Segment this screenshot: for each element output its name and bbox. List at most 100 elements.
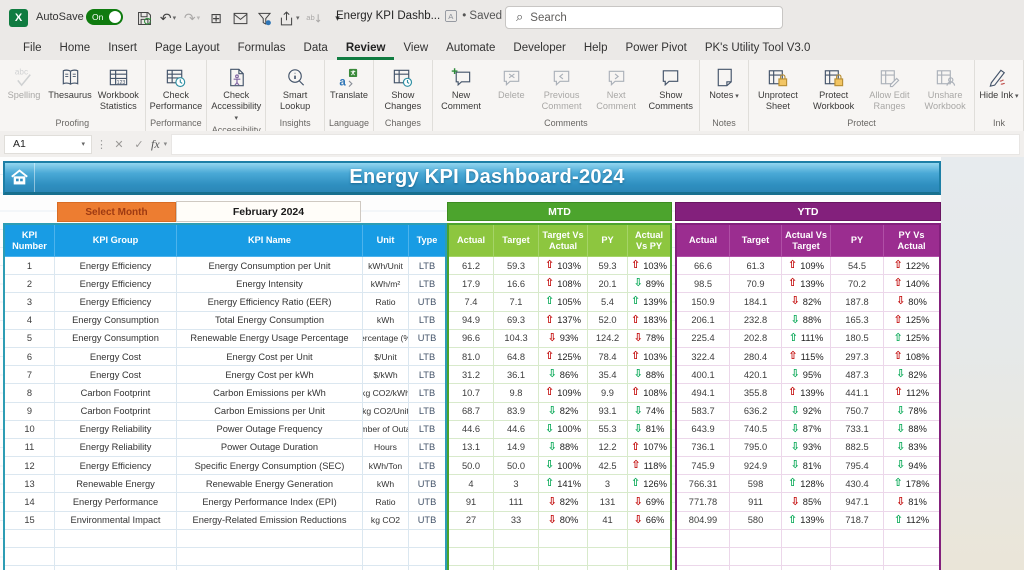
- cell-mtd-target[interactable]: 59.3: [494, 257, 539, 276]
- cell-kpi-number[interactable]: 10: [5, 420, 55, 439]
- cell-mtd-py[interactable]: 59.3: [588, 257, 628, 276]
- cell-kpi-number[interactable]: 6: [5, 347, 55, 367]
- empty-cell[interactable]: [782, 548, 831, 567]
- empty-cell[interactable]: [539, 566, 588, 570]
- cell-ytd-py[interactable]: 718.7: [831, 511, 884, 530]
- document-title[interactable]: Energy KPI Dashb... A • Saved ▾: [336, 10, 511, 22]
- cell-ytd-py-vs-actual[interactable]: ⇩ 82%: [884, 366, 939, 385]
- empty-cell[interactable]: [409, 566, 445, 570]
- cell-kpi-group[interactable]: Carbon Footprint: [55, 402, 177, 421]
- empty-cell[interactable]: [831, 548, 884, 567]
- cell-mtd-actual[interactable]: 13.1: [449, 438, 494, 458]
- cell-type[interactable]: UTB: [409, 493, 445, 512]
- cell-ytd-target[interactable]: 636.2: [730, 402, 782, 421]
- cell-ytd-py-vs-actual[interactable]: ⇩ 80%: [884, 293, 939, 312]
- cell-unit[interactable]: kWh/Unit: [363, 257, 409, 276]
- cell-mtd-actual[interactable]: 31.2: [449, 366, 494, 385]
- mail-icon[interactable]: [230, 6, 250, 30]
- cell-ytd-py-vs-actual[interactable]: ⇧ 178%: [884, 475, 939, 494]
- cell-mtd-actual[interactable]: 81.0: [449, 347, 494, 367]
- cell-type[interactable]: UTB: [409, 330, 445, 348]
- cell-type[interactable]: LTB: [409, 403, 445, 421]
- column-header[interactable]: KPI Number: [5, 225, 55, 257]
- empty-cell[interactable]: [782, 529, 831, 548]
- cell-ytd-py-vs-actual[interactable]: ⇧ 108%: [884, 348, 939, 367]
- cell-kpi-name[interactable]: Energy Cost per Unit: [177, 347, 363, 367]
- column-header[interactable]: PY Vs Actual: [884, 225, 939, 257]
- filter-icon[interactable]: [254, 6, 274, 30]
- cell-kpi-name[interactable]: Energy-Related Emission Reductions: [177, 511, 363, 530]
- column-header[interactable]: KPI Group: [55, 225, 177, 257]
- cell-mtd-py[interactable]: 35.4: [588, 366, 628, 385]
- column-header[interactable]: Type: [409, 225, 445, 257]
- protect-workbook-button[interactable]: Protect Workbook: [806, 61, 862, 111]
- cell-mtd-target[interactable]: 14.9: [494, 438, 539, 458]
- insert-function-icon[interactable]: fx: [151, 137, 160, 152]
- empty-cell[interactable]: [449, 566, 494, 570]
- cell-mtd-target[interactable]: 69.3: [494, 311, 539, 330]
- empty-cell[interactable]: [677, 566, 730, 570]
- column-header[interactable]: PY: [831, 225, 884, 257]
- column-header[interactable]: Actual Vs Target: [782, 225, 831, 257]
- empty-cell[interactable]: [55, 566, 177, 570]
- cell-ytd-actual[interactable]: 771.78: [677, 493, 730, 512]
- cell-ytd-py-vs-actual[interactable]: ⇧ 125%: [884, 330, 939, 348]
- thesaurus-button[interactable]: Thesaurus: [47, 61, 93, 101]
- cell-ytd-actual[interactable]: 400.1: [677, 366, 730, 385]
- cell-kpi-name[interactable]: Renewable Energy Generation: [177, 475, 363, 494]
- cell-type[interactable]: LTB: [409, 312, 445, 330]
- cell-ytd-actual[interactable]: 98.5: [677, 275, 730, 294]
- empty-cell[interactable]: [494, 529, 539, 548]
- cell-mtd-actual-vs-py[interactable]: ⇧ 107%: [628, 439, 670, 458]
- cell-mtd-actual-vs-py[interactable]: ⇧ 103%: [628, 348, 670, 367]
- empty-cell[interactable]: [677, 529, 730, 548]
- cell-mtd-actual-vs-py[interactable]: ⇧ 183%: [628, 312, 670, 330]
- cell-ytd-py-vs-actual[interactable]: ⇩ 88%: [884, 421, 939, 439]
- cell-mtd-actual[interactable]: 50.0: [449, 457, 494, 476]
- cell-unit[interactable]: kWh/Ton: [363, 457, 409, 476]
- cell-ytd-actual[interactable]: 66.6: [677, 257, 730, 276]
- cell-mtd-actual[interactable]: 96.6: [449, 329, 494, 348]
- cell-kpi-name[interactable]: Specific Energy Consumption (SEC): [177, 457, 363, 476]
- empty-cell[interactable]: [55, 548, 177, 567]
- cell-unit[interactable]: ercentage (%: [363, 329, 409, 348]
- column-header[interactable]: KPI Name: [177, 225, 363, 257]
- cell-ytd-py-vs-actual[interactable]: ⇧ 125%: [884, 312, 939, 330]
- cell-unit[interactable]: mber of Outa: [363, 420, 409, 439]
- cell-unit[interactable]: Ratio: [363, 493, 409, 512]
- empty-cell[interactable]: [831, 529, 884, 548]
- cell-mtd-actual[interactable]: 10.7: [449, 384, 494, 403]
- cell-mtd-actual-vs-py[interactable]: ⇩ 81%: [628, 421, 670, 439]
- new-comment-button[interactable]: New Comment: [434, 61, 489, 111]
- formula-bar-handle[interactable]: ⋮: [96, 138, 107, 151]
- cell-kpi-group[interactable]: Energy Efficiency: [55, 275, 177, 294]
- tab-help[interactable]: Help: [575, 38, 617, 60]
- empty-cell[interactable]: [177, 529, 363, 548]
- cell-unit[interactable]: Ratio: [363, 293, 409, 312]
- cell-mtd-target-vs-actual[interactable]: ⇧ 137%: [539, 311, 588, 330]
- cell-ytd-actual-vs-target[interactable]: ⇩ 82%: [782, 293, 831, 312]
- cell-mtd-actual[interactable]: 4: [449, 475, 494, 494]
- cell-mtd-target[interactable]: 111: [494, 493, 539, 512]
- cell-ytd-target[interactable]: 795.0: [730, 438, 782, 458]
- cell-type[interactable]: LTB: [409, 366, 445, 385]
- cell-mtd-target-vs-actual[interactable]: ⇩ 82%: [539, 493, 588, 512]
- save-icon[interactable]: [134, 6, 154, 30]
- cell-ytd-py[interactable]: 750.7: [831, 402, 884, 421]
- redo-icon[interactable]: ↷ ▾: [182, 6, 202, 30]
- cell-ytd-target[interactable]: 202.8: [730, 329, 782, 348]
- cell-mtd-actual-vs-py[interactable]: ⇩ 74%: [628, 403, 670, 421]
- cell-mtd-actual[interactable]: 44.6: [449, 420, 494, 439]
- select-month-button[interactable]: Select Month: [57, 202, 176, 222]
- cell-ytd-actual-vs-target[interactable]: ⇩ 87%: [782, 420, 831, 439]
- empty-cell[interactable]: [884, 566, 939, 570]
- cell-kpi-number[interactable]: 3: [5, 293, 55, 312]
- cell-mtd-target[interactable]: 33: [494, 511, 539, 530]
- tab-view[interactable]: View: [394, 38, 437, 60]
- cell-unit[interactable]: kg CO2/kWh: [363, 384, 409, 403]
- cell-kpi-group[interactable]: Energy Efficiency: [55, 457, 177, 476]
- cell-mtd-py[interactable]: 52.0: [588, 311, 628, 330]
- cell-ytd-actual[interactable]: 804.99: [677, 511, 730, 530]
- undo-icon[interactable]: ↶ ▾: [158, 6, 178, 30]
- notes-button[interactable]: Notes ▾: [701, 61, 747, 101]
